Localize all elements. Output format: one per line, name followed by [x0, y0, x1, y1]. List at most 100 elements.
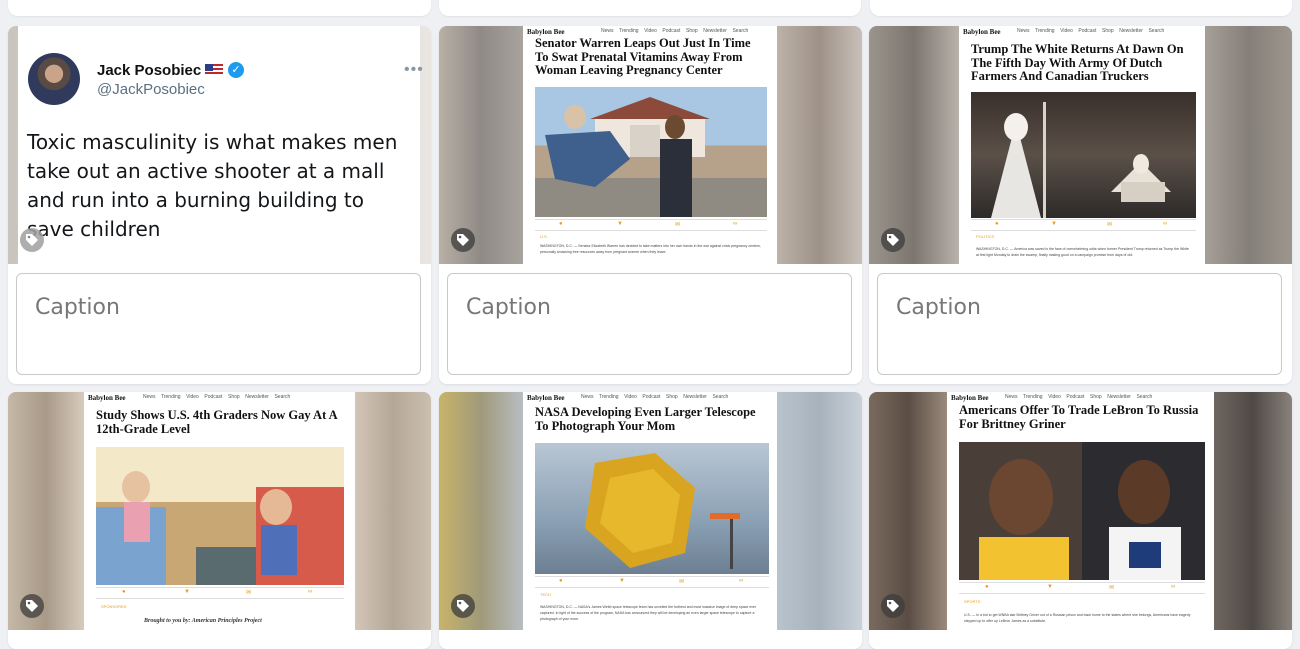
post-card[interactable]: Babylon Bee News Trending Video Podcast …	[439, 26, 862, 384]
article-photo	[959, 442, 1205, 580]
post-card[interactable]: Babylon Bee News Trending Video Podcast …	[439, 392, 862, 649]
post-media[interactable]: Babylon Bee News Trending Video Podcast …	[439, 392, 862, 630]
tag-icon[interactable]	[881, 594, 905, 618]
post-card[interactable]: Babylon Bee News Trending Video Podcast …	[869, 392, 1292, 649]
article-category: POLITICS	[976, 234, 995, 239]
article-body: WASHINGTON, D.C. — Senator Elizabeth War…	[540, 244, 761, 254]
more-options-icon: •••	[404, 61, 424, 78]
toolbar-segment	[870, 0, 1292, 16]
article-screenshot: Babylon Bee News Trending Video Podcast …	[959, 26, 1205, 264]
share-bar: ● ▼ ✉ ∞	[535, 219, 767, 231]
site-nav: News Trending Video Podcast Shop Newslet…	[581, 394, 729, 400]
site-logo: Babylon Bee	[951, 394, 989, 402]
article-category: SPONSORED	[101, 604, 127, 609]
email-icon: ✉	[1109, 585, 1115, 591]
tag-icon[interactable]	[451, 594, 475, 618]
toolbar-segment	[8, 0, 431, 16]
blurred-backdrop	[869, 392, 947, 630]
top-toolbar-strip	[0, 0, 1300, 18]
article-photo	[96, 447, 344, 585]
site-logo: Babylon Bee	[963, 28, 1001, 36]
tag-icon[interactable]	[20, 594, 44, 618]
article-category: TECH	[540, 592, 551, 597]
caption-input[interactable]	[894, 294, 1258, 321]
facebook-icon: ●	[985, 584, 989, 590]
twitter-icon: ▼	[1051, 221, 1057, 227]
article-screenshot: Babylon Bee News Trending Video Podcast …	[523, 392, 777, 630]
article-photo	[535, 87, 767, 217]
tweet-screenshot: Jack Posobiec ✓ @JackPosobiec ••• Toxic …	[18, 26, 423, 264]
blurred-backdrop	[1205, 26, 1292, 264]
email-icon: ✉	[675, 222, 681, 228]
caption-field[interactable]	[447, 273, 852, 375]
blurred-backdrop	[777, 392, 862, 630]
tag-icon[interactable]	[20, 228, 44, 252]
site-logo: Babylon Bee	[527, 28, 565, 36]
article-category: SPORTS	[964, 599, 981, 604]
caption-input[interactable]	[33, 294, 397, 321]
facebook-icon: ●	[559, 221, 563, 227]
article-headline: Americans Offer To Trade LeBron To Russi…	[959, 403, 1199, 431]
post-media[interactable]: Babylon Bee News Trending Video Podcast …	[869, 392, 1292, 630]
post-card[interactable]: Babylon Bee News Trending Video Podcast …	[869, 26, 1292, 384]
us-flag-icon	[205, 64, 223, 76]
post-media[interactable]: Babylon Bee News Trending Video Podcast …	[439, 26, 862, 264]
blurred-backdrop	[355, 392, 431, 630]
blurred-backdrop	[439, 392, 523, 630]
facebook-icon: ●	[122, 589, 126, 595]
post-media[interactable]: Jack Posobiec ✓ @JackPosobiec ••• Toxic …	[8, 26, 431, 264]
article-headline: NASA Developing Even Larger Telescope To…	[535, 405, 756, 433]
blurred-backdrop	[1214, 392, 1292, 630]
tag-icon[interactable]	[881, 228, 905, 252]
facebook-icon: ●	[559, 578, 563, 584]
caption-field[interactable]	[16, 273, 421, 375]
tweet-text: Toxic masculinity is what makes men take…	[27, 130, 398, 241]
post-media[interactable]: Babylon Bee News Trending Video Podcast …	[8, 392, 431, 630]
article-headline: Study Shows U.S. 4th Graders Now Gay At …	[96, 408, 338, 436]
post-card[interactable]: Babylon Bee News Trending Video Podcast …	[8, 392, 431, 649]
article-photo	[535, 443, 769, 574]
post-media[interactable]: Babylon Bee News Trending Video Podcast …	[869, 26, 1292, 264]
post-card[interactable]: Jack Posobiec ✓ @JackPosobiec ••• Toxic …	[8, 26, 431, 384]
email-icon: ✉	[246, 590, 252, 596]
link-icon: ∞	[739, 578, 744, 584]
article-headline: Trump The White Returns At Dawn On The F…	[971, 42, 1184, 83]
twitter-icon: ▼	[1047, 584, 1053, 590]
article-photo	[971, 92, 1196, 218]
twitter-icon: ▼	[617, 221, 623, 227]
link-icon: ∞	[308, 589, 313, 595]
tweet-author-handle: @JackPosobiec	[97, 81, 205, 98]
article-headline: Senator Warren Leaps Out Just In Time To…	[535, 36, 751, 77]
site-nav: News Trending Video Podcast Shop Newslet…	[601, 28, 749, 34]
avatar	[28, 53, 80, 105]
share-bar: ● ▼ ✉ ∞	[959, 582, 1205, 594]
blurred-backdrop	[439, 26, 523, 264]
article-body: U.S. — In a bid to get WNBA star Brittne…	[964, 613, 1191, 623]
article-screenshot: Babylon Bee News Trending Video Podcast …	[84, 392, 355, 630]
tag-icon[interactable]	[451, 228, 475, 252]
site-nav: News Trending Video Podcast Shop Newslet…	[143, 394, 291, 400]
article-screenshot: Babylon Bee News Trending Video Podcast …	[947, 392, 1214, 630]
blurred-backdrop	[777, 26, 862, 264]
link-icon: ∞	[1171, 584, 1176, 590]
article-category: U.S.	[540, 234, 548, 239]
article-screenshot: Babylon Bee News Trending Video Podcast …	[523, 26, 777, 264]
caption-input[interactable]	[464, 294, 828, 321]
site-logo: Babylon Bee	[527, 394, 565, 402]
tweet-author-name: Jack Posobiec	[97, 62, 202, 79]
toolbar-segment	[439, 0, 861, 16]
blurred-backdrop	[869, 26, 959, 264]
share-bar: ● ▼ ✉ ∞	[535, 576, 769, 588]
email-icon: ✉	[679, 579, 685, 585]
link-icon: ∞	[1163, 221, 1168, 227]
site-nav: News Trending Video Podcast Shop Newslet…	[1017, 28, 1165, 34]
site-logo: Babylon Bee	[88, 394, 126, 402]
email-icon: ✉	[1107, 222, 1113, 228]
twitter-icon: ▼	[619, 578, 625, 584]
twitter-icon: ▼	[184, 589, 190, 595]
site-nav: News Trending Video Podcast Shop Newslet…	[1005, 394, 1153, 400]
share-bar: ● ▼ ✉ ∞	[971, 219, 1196, 231]
caption-field[interactable]	[877, 273, 1282, 375]
facebook-icon: ●	[995, 221, 999, 227]
sponsor-line: Brought to you by: American Principles P…	[144, 618, 262, 624]
